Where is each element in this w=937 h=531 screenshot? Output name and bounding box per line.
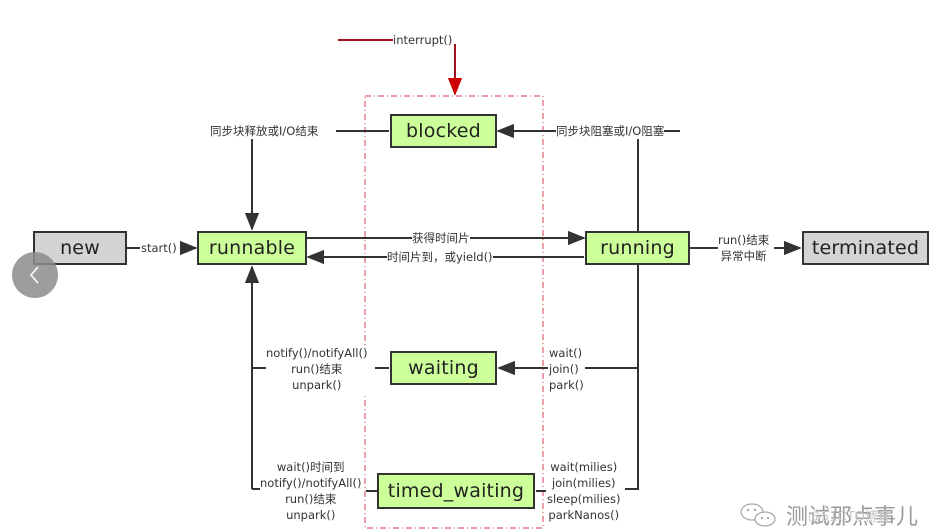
waiting-exit-label: notify()/notifyAll() run()结束 unpark() [266,345,368,393]
timed-enter-label: wait(milies) join(milies) sleep(milies) … [547,459,621,523]
waiting-enter-line-2: join() [549,362,579,376]
start-label: start() [141,240,177,256]
timed-exit-line-1: wait()时间到 [276,460,345,474]
state-waiting: waiting [390,351,497,385]
blocked-enter-line [637,130,680,231]
timed-enter-line-1: wait(milies) [550,460,618,474]
waiting-enter-line-3: park() [549,378,584,392]
chevron-left-icon [29,266,39,284]
state-terminated: terminated [802,231,929,265]
timed-exit-label: wait()时间到 notify()/notifyAll() run()结束 u… [260,459,362,523]
thread-state-diagram: new runnable running terminated blocked … [0,0,937,530]
timed-exit-line-4: unpark() [286,508,336,522]
run-end-label: run()结束 异常中断 [718,232,770,264]
connector-layer [126,39,802,529]
state-running: running [585,231,690,265]
back-button[interactable] [12,252,58,298]
blocked-enter-label: 同步块阻塞或I/O阻塞 [556,123,665,139]
state-runnable: runnable [197,231,307,265]
run-end-line-2: 异常中断 [720,249,767,263]
waiting-enter-label: wait() join() park() [549,345,584,393]
waiting-exit-line-1: notify()/notifyAll() [266,346,368,360]
timed-enter-line-3: sleep(milies) [547,492,621,506]
running-down-line [625,265,639,490]
run-end-line-1: run()结束 [718,233,770,247]
timed-enter-line-2: join(milies) [551,476,616,490]
state-blocked: blocked [390,114,497,148]
blocking-states-region [364,95,544,529]
timed-exit-line-3: run()结束 [285,492,337,506]
waiting-exit-line-2: run()结束 [291,362,343,376]
blocked-exit-label: 同步块释放或I/O结束 [210,123,319,139]
timed-exit-line-2: notify()/notifyAll() [260,476,362,490]
watermark-subtext: @51CTO博客 [808,510,891,525]
get-time-slice-label: 获得时间片 [412,230,470,246]
state-timed-waiting: timed_waiting [377,473,535,509]
waiting-enter-line-1: wait() [549,346,583,360]
watermark: 测试那点事儿 @51CTO博客 [738,500,918,530]
time-slice-over-label: 时间片到，或yield() [387,249,493,265]
interrupt-label: interrupt() [393,33,453,47]
timed-enter-line-4: parkNanos() [548,508,620,522]
wechat-icon [740,503,776,527]
waiting-exit-line-3: unpark() [292,378,342,392]
